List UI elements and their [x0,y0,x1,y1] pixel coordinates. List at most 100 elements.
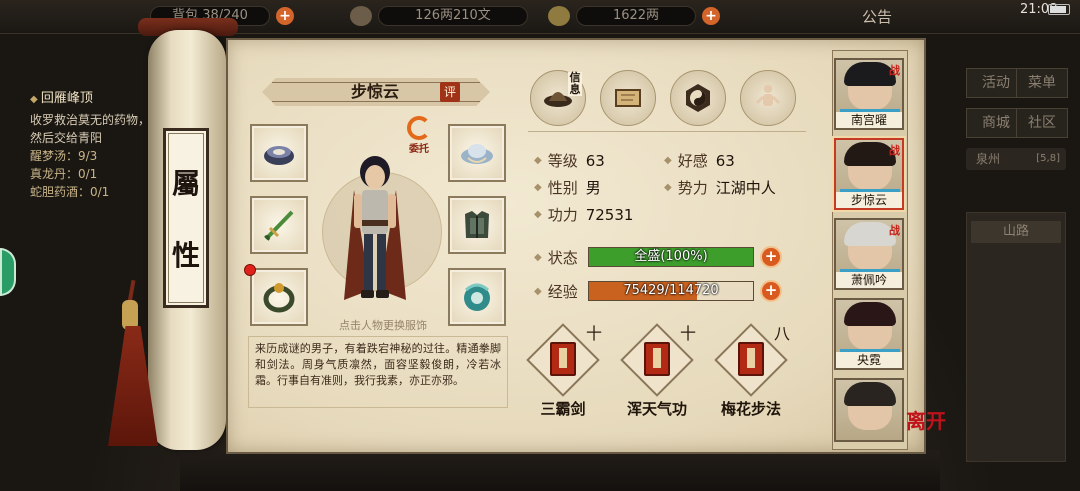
skill-slot[interactable]: 十 三霸剑 [526,323,602,418]
exp-bar: 75429/114720 [588,281,754,301]
rate-button[interactable]: 评 [440,82,460,102]
stat-level: ◆ 等级 63 [534,150,605,171]
quest-item: 真龙丹：0/1 [30,167,98,181]
diamond-bullet-icon: ◆ [534,182,542,193]
sword-icon [264,210,294,241]
scroll-label-char: 屬 [171,167,200,201]
community-button[interactable]: 社区 [1016,108,1068,138]
stat-level-label: 等级 [547,152,578,170]
skill-name: 三霸剑 [540,400,586,418]
diamond-bullet-icon: ◆ [664,155,672,166]
diamond-bullet-icon: ◆ [534,155,542,166]
roster-card[interactable]: 央霓 [834,298,904,370]
roster-card[interactable] [834,378,904,442]
tassel-jade [122,300,138,330]
skill-name: 浑天气功 [626,400,687,418]
character-name: 步惊云 [350,82,399,101]
portrait-hair [844,302,896,326]
tab-map[interactable] [600,70,656,126]
location-indicator: 泉州 [5,8] [966,148,1066,170]
stat-status: ◆ 状态 [534,247,586,268]
skill-book-icon [738,342,764,376]
quest-item: 蛇胆药酒：0/1 [30,185,110,199]
skill-slot[interactable]: 十 浑天气功 [620,323,696,418]
in-battle-tag: 战 [889,224,900,237]
status-add-button[interactable]: + [760,246,782,268]
taiji-icon [686,84,710,112]
skill-book-icon [644,342,670,376]
area-item-road[interactable]: 山路 [971,221,1061,243]
leave-button[interactable]: 离开 [906,411,956,452]
equip-slot-hat[interactable] [448,124,506,182]
tab-meridian[interactable] [740,70,796,126]
equip-slot-ring[interactable] [250,268,308,326]
delegate-icon [407,116,431,140]
roster-card[interactable]: 战 萧佩吟 [834,218,904,290]
stat-exp: ◆ 经验 [534,281,586,302]
tap-hint: 点击人物更换服饰 [339,319,427,332]
stat-faction: ◆ 势力 江湖中人 [664,177,776,198]
exp-bar-text: 75429/114720 [623,283,719,298]
area-list: 山路 [966,212,1066,462]
quest-tracker[interactable]: 回雁峰顶 收罗救治莫无的药物，然后交给青阳 醒梦汤：9/3 真龙丹：0/1 蛇胆… [30,90,150,201]
armor-icon [465,211,489,238]
hat-icon [461,144,493,164]
tab-taiji[interactable] [670,70,726,126]
equip-slot-weapon[interactable] [250,196,308,254]
skill-name: 梅花步法 [720,400,781,418]
silver-ingot-icon [548,6,570,26]
scroll-map-icon [615,89,641,107]
announcement-button[interactable]: 公告 [862,6,892,27]
quest-item: 醒梦汤：9/3 [30,149,98,163]
silver-add-button[interactable]: + [702,7,720,25]
roster-name: 央霓 [836,352,902,368]
stat-gender: ◆ 性别 男 [534,177,601,198]
diamond-bullet-icon: ◆ [534,252,542,263]
notification-dot [244,264,256,276]
tab-info-label: 信息 [568,71,582,96]
inventory-add-button[interactable]: + [276,7,294,25]
diamond-bullet-icon: ◆ [534,286,542,297]
silver-value: 1622两 [576,6,696,26]
diamond-bullet-icon: ◆ [534,209,542,220]
battery-icon [1048,4,1070,15]
character-figure[interactable] [340,150,410,310]
roster-card[interactable]: 战 步惊云 [834,138,904,210]
scroll-label-char: 性 [171,238,200,272]
stat-power-value: 72531 [585,205,634,224]
skill-level-mark: 十 [680,324,697,343]
stat-exp-label: 经验 [547,283,578,301]
exp-add-button[interactable]: + [760,280,782,302]
copper-coin-icon [350,6,372,26]
portrait-hair [844,382,896,406]
equip-slot-accessory[interactable] [448,268,506,326]
ring-icon [263,283,295,313]
attribute-scroll-label: 屬 性 [163,128,209,308]
quest-description: 收罗救治莫无的药物，然后交给青阳 [30,113,151,145]
roster-name: 步惊云 [836,192,902,208]
roster-name: 萧佩吟 [836,272,902,288]
skill-slot[interactable]: 八 梅花步法 [714,323,790,418]
character-bio: 来历成谜的男子，有着跌宕神秘的过往。精通拳脚和剑法。周身气质凛然，面容坚毅俊朗，… [248,336,508,408]
skill-level-mark: 十 [586,324,603,343]
in-battle-tag: 战 [889,144,900,157]
location-name: 泉州 [976,152,1001,166]
stat-affection-label: 好感 [677,152,708,170]
stat-power: ◆ 功力 72531 [534,204,633,225]
stat-gender-value: 男 [585,179,601,197]
stat-faction-value: 江湖中人 [715,179,776,197]
copper-value: 126两210文 [378,6,528,26]
equip-slot-armor[interactable] [448,196,506,254]
equip-slot-bracer[interactable] [250,124,308,182]
stat-affection-value: 63 [715,151,735,170]
quest-title: 回雁峰顶 [30,90,150,109]
bracer-icon [264,146,294,165]
menu-button[interactable]: 菜单 [1016,68,1068,98]
stat-status-label: 状态 [547,249,578,267]
jade-pendant-icon [464,283,490,311]
meridian-figure-icon [755,85,781,106]
location-coords: [5,8] [1036,153,1060,164]
roster-name: 南宫曜 [836,112,902,128]
roster-card[interactable]: 战 南宫曜 [834,58,904,130]
diamond-bullet-icon: ◆ [664,182,672,193]
